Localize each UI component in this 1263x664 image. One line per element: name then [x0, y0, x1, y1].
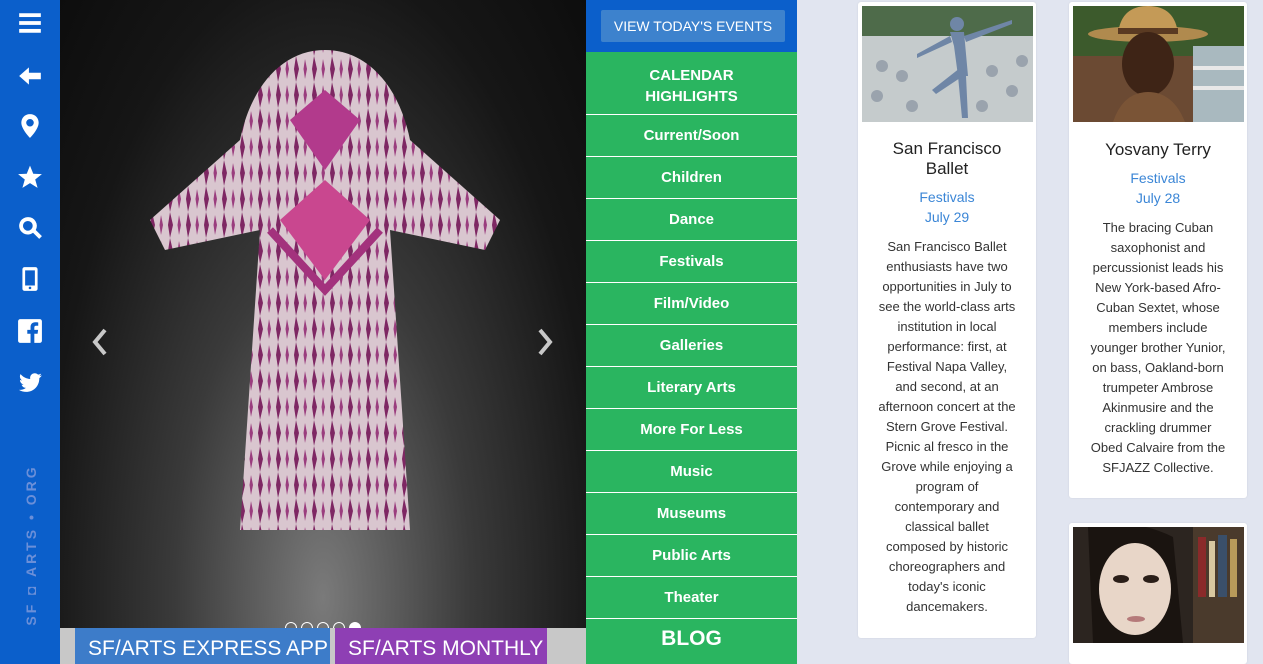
card-description: San Francisco Ballet enthusiasts have tw… [870, 237, 1024, 617]
category-menu: VIEW TODAY'S EVENTS CALENDAR HIGHLIGHTS … [586, 0, 797, 664]
description-line: trumpeter Ambrose [1102, 380, 1214, 395]
card-title[interactable]: Yosvany Terry [1069, 140, 1247, 160]
description-line: percussionist leads his [1092, 260, 1224, 275]
ballet-dancer-photo[interactable] [862, 6, 1033, 122]
description-line: opportunities in July to [882, 279, 1012, 294]
menu-item-theater[interactable]: Theater [586, 577, 797, 619]
description-line: Picnic al fresco in the [885, 439, 1009, 454]
event-card[interactable] [1069, 523, 1247, 664]
description-line: Stern Grove Festival. [885, 419, 1009, 434]
description-line: The bracing Cuban [1102, 220, 1214, 235]
mobile-phone-icon[interactable] [14, 263, 46, 295]
menu-top-bar: VIEW TODAY'S EVENTS [586, 0, 797, 52]
card-date-link[interactable]: July 29 [858, 209, 1036, 225]
card-category-link[interactable]: Festivals [858, 189, 1036, 205]
description-line: program of [915, 479, 979, 494]
description-line: saxophonist and [1110, 240, 1206, 255]
card-title-line-1: San Francisco [892, 139, 1002, 158]
description-line: performance: first, at [887, 339, 1007, 354]
search-icon[interactable] [14, 212, 46, 244]
menu-item-blog[interactable]: BLOG [586, 619, 797, 659]
description-line: members include [1108, 320, 1208, 335]
menu-item-more-for-less[interactable]: More For Less [586, 409, 797, 451]
event-card[interactable]: Yosvany Terry Festivals July 28 The brac… [1069, 2, 1247, 498]
twitter-icon[interactable] [14, 367, 46, 399]
menu-item-current-soon[interactable]: Current/Soon [586, 115, 797, 157]
description-line: Akinmusire and the [1102, 400, 1214, 415]
monthly-button[interactable]: SF/ARTS MONTHLY [335, 628, 547, 664]
menu-item-film-video[interactable]: Film/Video [586, 283, 797, 325]
logo-text: SF ◘ ARTS • ORG [23, 464, 39, 626]
description-line: enthusiasts have two [886, 259, 1008, 274]
card-date-link[interactable]: July 28 [1069, 190, 1247, 206]
event-card[interactable]: San Francisco Ballet Festivals July 29 S… [858, 2, 1036, 638]
card-title[interactable]: San Francisco Ballet [858, 139, 1036, 179]
menu-item-museums[interactable]: Museums [586, 493, 797, 535]
robe-image [150, 50, 500, 530]
menu-item-festivals[interactable]: Festivals [586, 241, 797, 283]
promo-button-bar: SF/ARTS EXPRESS APP SF/ARTS MONTHLY [60, 628, 586, 664]
description-line: San Francisco Ballet [887, 239, 1007, 254]
description-line: on bass, Oakland-born [1092, 360, 1224, 375]
menu-item-literary-arts[interactable]: Literary Arts [586, 367, 797, 409]
card-description: The bracing Cuban saxophonist and percus… [1079, 218, 1237, 478]
menu-item-galleries[interactable]: Galleries [586, 325, 797, 367]
description-line: today's iconic [908, 579, 986, 594]
description-line: see the world-class arts [878, 299, 1016, 314]
view-todays-events-button[interactable]: VIEW TODAY'S EVENTS [601, 10, 785, 42]
portrait-photo[interactable] [1073, 527, 1244, 643]
description-line: New York-based Afro- [1095, 280, 1221, 295]
card-category-link[interactable]: Festivals [1069, 170, 1247, 186]
description-line: afternoon concert at the [878, 399, 1016, 414]
menu-item-dance[interactable]: Dance [586, 199, 797, 241]
menu-icon[interactable] [14, 7, 46, 39]
description-line: Grove while enjoying a [881, 459, 1013, 474]
hero-slideshow[interactable]: SF/ARTS EXPRESS APP SF/ARTS MONTHLY [60, 0, 586, 664]
back-arrow-icon[interactable] [14, 60, 46, 92]
musician-photo[interactable] [1073, 6, 1244, 122]
description-line: Festival Napa Valley, [886, 359, 1008, 374]
heading-line-1: CALENDAR [649, 67, 734, 84]
description-line: Obed Calvaire from the [1090, 440, 1226, 455]
description-line: institution in local [897, 319, 997, 334]
description-line: younger brother Yunior, [1090, 340, 1226, 355]
slideshow-next-arrow[interactable] [530, 322, 560, 362]
menu-item-public-arts[interactable]: Public Arts [586, 535, 797, 577]
description-line: Cuban Sextet, whose [1096, 300, 1220, 315]
sfarts-vertical-logo: SF ◘ ARTS • ORG [21, 464, 41, 625]
description-line: choreographers and [888, 559, 1006, 574]
description-line: dancemakers. [906, 599, 988, 614]
left-sidebar: SF ◘ ARTS • ORG [0, 0, 60, 664]
heading-line-2: HIGHLIGHTS [645, 88, 738, 105]
menu-items: Current/Soon Children Dance Festivals Fi… [586, 115, 797, 619]
description-line: and second, at an [895, 379, 999, 394]
star-icon[interactable] [14, 161, 46, 193]
card-title-line-2: Ballet [925, 159, 969, 178]
express-app-button[interactable]: SF/ARTS EXPRESS APP [75, 628, 330, 664]
description-line: contemporary and [894, 499, 1000, 514]
menu-item-children[interactable]: Children [586, 157, 797, 199]
calendar-highlights-heading: CALENDAR HIGHLIGHTS [586, 52, 797, 115]
menu-item-music[interactable]: Music [586, 451, 797, 493]
location-pin-icon[interactable] [14, 110, 46, 142]
description-line: classical ballet [905, 519, 989, 534]
description-line: crackling drummer [1104, 420, 1212, 435]
slideshow-prev-arrow[interactable] [85, 322, 115, 362]
facebook-icon[interactable] [14, 315, 46, 347]
description-line: SFJAZZ Collective. [1102, 460, 1214, 475]
description-line: composed by historic [885, 539, 1009, 554]
